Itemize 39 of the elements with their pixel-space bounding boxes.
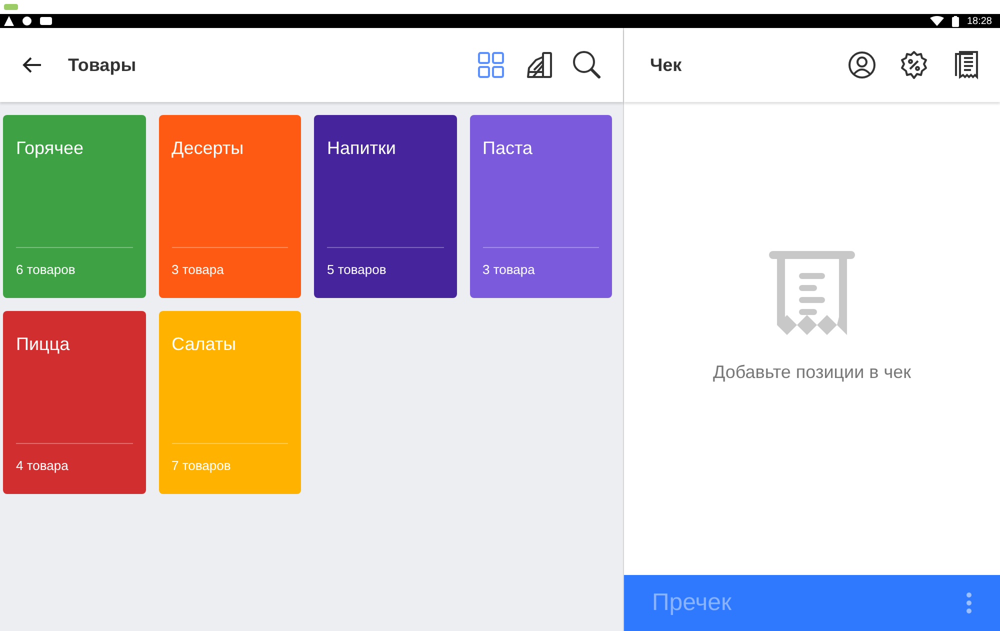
category-count: 3 товара xyxy=(172,262,224,277)
wifi-icon xyxy=(930,16,944,26)
receipt-icon xyxy=(769,251,855,337)
empty-receipt-message: Добавьте позиции в чек xyxy=(712,361,911,384)
category-name: Десерты xyxy=(172,137,245,160)
category-count: 6 товаров xyxy=(16,262,76,277)
user-icon xyxy=(848,51,876,79)
category-name: Салаты xyxy=(172,333,238,356)
category-name: Горячее xyxy=(16,137,85,160)
category-card[interactable]: Горячее 6 товаров xyxy=(3,115,146,298)
warning-icon xyxy=(4,16,14,26)
category-card[interactable]: Пицца 4 товара xyxy=(3,311,146,494)
receipt-title: Чек xyxy=(650,54,682,76)
category-count: 4 товара xyxy=(16,458,68,473)
category-card[interactable]: Десерты 3 товара xyxy=(158,115,301,298)
customer-button[interactable] xyxy=(846,49,878,81)
category-card[interactable]: Напитки 5 товаров xyxy=(314,115,456,298)
receipts-icon xyxy=(953,50,979,80)
discount-icon xyxy=(899,50,929,80)
search-icon xyxy=(572,50,602,80)
discount-button[interactable] xyxy=(898,49,930,81)
category-count: 3 товара xyxy=(482,262,535,277)
category-name: Пицца xyxy=(16,333,71,356)
category-count: 5 товаров xyxy=(327,262,386,277)
battery-icon xyxy=(952,16,959,26)
palette-icon xyxy=(525,51,553,79)
message-icon xyxy=(40,16,52,26)
grid-view-button[interactable] xyxy=(475,49,507,81)
catalog-title: Товары xyxy=(68,54,136,77)
app-icon xyxy=(4,4,18,10)
category-name: Паста xyxy=(482,137,534,160)
category-name: Напитки xyxy=(327,137,397,160)
category-count: 7 товаров xyxy=(172,458,231,473)
category-card[interactable]: Салаты 7 товаров xyxy=(158,311,301,494)
search-button[interactable] xyxy=(571,49,603,81)
precheck-button[interactable]: Пречек xyxy=(624,575,1000,631)
grid-icon xyxy=(477,51,505,79)
status-time: 18:28 xyxy=(966,14,992,28)
category-card[interactable]: Паста 3 товара xyxy=(470,115,612,298)
